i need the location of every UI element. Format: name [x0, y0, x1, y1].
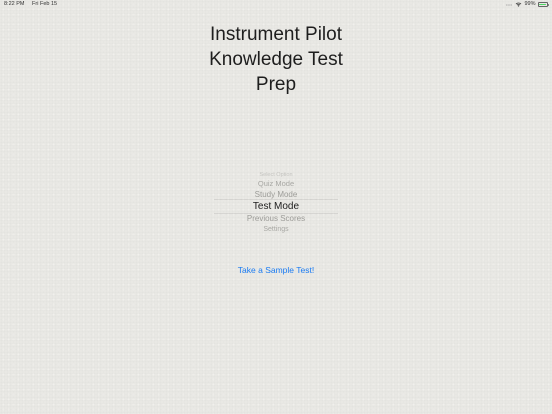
status-bar: 8:22 PM Fri Feb 15 • • • • 99% [0, 0, 552, 9]
picker-option-previous-scores[interactable]: Previous Scores [206, 214, 346, 223]
title-line-2: Knowledge Test [209, 49, 343, 70]
battery-tip [548, 3, 549, 6]
wifi-icon [516, 2, 522, 7]
cellular-signal-icon: • • • • [506, 2, 512, 7]
status-right: • • • • 99% [506, 0, 549, 9]
battery-icon [537, 2, 548, 7]
title-line-3: Prep [255, 74, 297, 95]
picker-option-quiz-mode[interactable]: Quiz Mode [206, 179, 346, 188]
battery-percentage: 99% [524, 1, 536, 7]
take-sample-test-link[interactable]: Take a Sample Test! [0, 265, 552, 275]
page-title: Instrument Pilot Knowledge Test Prep [0, 22, 552, 97]
mode-picker[interactable]: Select Option Quiz Mode Study Mode Test … [206, 171, 346, 237]
status-time: 8:22 PM [4, 1, 25, 7]
status-date: Fri Feb 15 [32, 1, 58, 7]
picker-option-select[interactable]: Select Option [206, 172, 346, 178]
battery-fill [539, 3, 546, 6]
status-left: 8:22 PM Fri Feb 15 [4, 0, 63, 9]
picker-option-study-mode[interactable]: Study Mode [206, 190, 346, 199]
title-line-1: Instrument Pilot [210, 24, 342, 45]
picker-selection-line-top [214, 199, 338, 200]
picker-option-settings[interactable]: Settings [206, 226, 346, 233]
picker-option-test-mode[interactable]: Test Mode [206, 201, 346, 212]
